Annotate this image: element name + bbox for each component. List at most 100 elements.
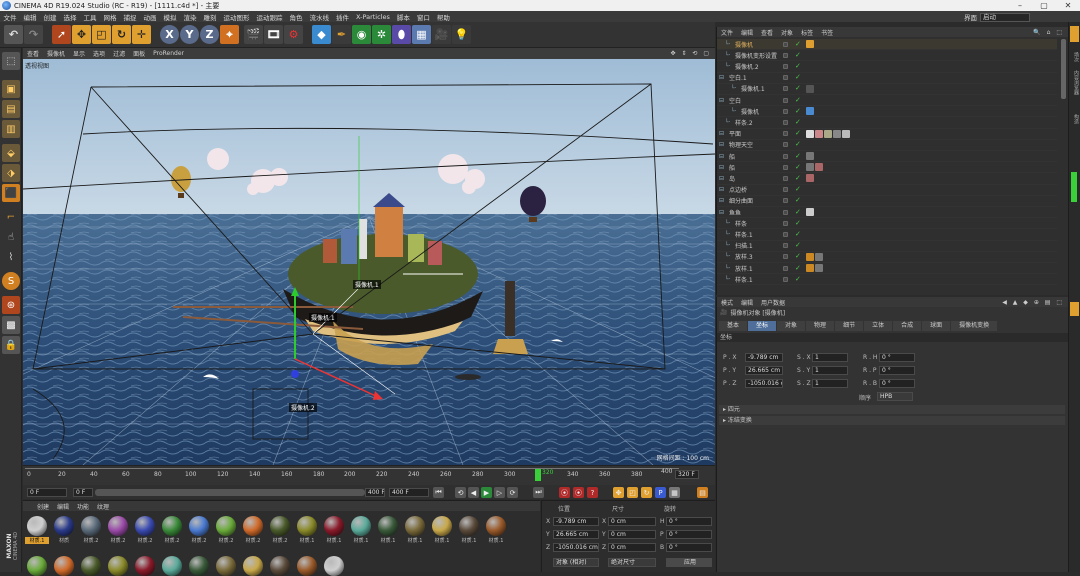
coord-apply-button[interactable]: 应用 bbox=[666, 558, 712, 567]
y-axis-icon[interactable]: Y bbox=[180, 25, 199, 44]
tree-branch-icon[interactable]: └· bbox=[731, 108, 737, 115]
coord-pos-x-field[interactable]: -9.789 cm bbox=[553, 517, 599, 526]
menu-sculpt[interactable]: 雕刻 bbox=[200, 12, 220, 22]
material-swatch[interactable]: 材质.1 bbox=[376, 516, 400, 544]
attribute-tab[interactable]: 合成 bbox=[893, 321, 922, 331]
mat-menu-texture[interactable]: 纹理 bbox=[93, 502, 113, 511]
menu-xparticles[interactable]: X-Particles bbox=[353, 13, 394, 21]
undo-icon[interactable]: ↶ bbox=[4, 25, 23, 44]
tag-icon[interactable] bbox=[815, 163, 823, 172]
visibility-toggle-icon[interactable] bbox=[783, 220, 788, 226]
tab-objects[interactable] bbox=[1070, 26, 1079, 42]
tag-icon[interactable] bbox=[806, 174, 814, 183]
coord-size-x-field[interactable]: 0 cm bbox=[608, 517, 656, 526]
goto-end-icon[interactable]: ⏭ bbox=[533, 487, 544, 498]
visibility-toggle-icon[interactable] bbox=[783, 52, 788, 58]
deformer-icon[interactable]: ⬮ bbox=[392, 25, 411, 44]
tag-icon[interactable] bbox=[833, 129, 841, 138]
material-swatch[interactable]: 材质.2 bbox=[133, 516, 157, 544]
object-row[interactable]: ⊟ 空白 ✓ bbox=[717, 95, 1057, 107]
tree-branch-icon[interactable]: ⊟ bbox=[719, 175, 724, 182]
coord-rot-h-field[interactable]: 0 ° bbox=[666, 517, 712, 526]
om-menu-bookmarks[interactable]: 书签 bbox=[817, 28, 837, 37]
workplane-icon[interactable]: ▩ bbox=[2, 316, 20, 334]
floor-grid-icon[interactable]: ▦ bbox=[412, 25, 431, 44]
enabled-check-icon[interactable]: ✓ bbox=[795, 230, 801, 238]
material-swatch[interactable] bbox=[268, 556, 292, 576]
enabled-check-icon[interactable]: ✓ bbox=[795, 96, 801, 104]
material-swatch[interactable]: 材质.1 bbox=[403, 516, 427, 544]
next-key-icon[interactable]: ⟳ bbox=[507, 487, 518, 498]
attribute-tab[interactable]: 细节 bbox=[835, 321, 864, 331]
tree-branch-icon[interactable]: └· bbox=[725, 242, 731, 249]
am-rb-field[interactable]: 0 ° bbox=[879, 379, 915, 388]
menu-mograph[interactable]: 运动图形 bbox=[220, 12, 253, 22]
object-row[interactable]: └· 摄像机.1 ✓ bbox=[717, 84, 1057, 95]
object-row[interactable]: ⊟ 平面 ✓ bbox=[717, 129, 1057, 140]
material-swatch[interactable] bbox=[214, 556, 238, 576]
timeline-ruler[interactable]: 0 20 40 60 80 100 120 140 160 180 200 22… bbox=[23, 465, 715, 485]
menu-animate[interactable]: 动画 bbox=[140, 12, 160, 22]
tree-branch-icon[interactable]: ⊟ bbox=[719, 197, 724, 204]
x-axis-icon[interactable]: X bbox=[160, 25, 179, 44]
scale-icon[interactable]: ◰ bbox=[92, 25, 111, 44]
object-row[interactable]: └· 样条.2 ✓ bbox=[717, 117, 1057, 129]
am-collapse-quaternion[interactable]: ▸ 四元 bbox=[719, 405, 1065, 414]
material-swatch[interactable] bbox=[187, 556, 211, 576]
material-swatch[interactable]: 材质.2 bbox=[106, 516, 130, 544]
autokey-icon[interactable]: ⦿ bbox=[573, 487, 584, 498]
start-frame-field[interactable]: 0 F bbox=[27, 488, 67, 497]
tag-icon[interactable] bbox=[815, 252, 823, 261]
enabled-check-icon[interactable]: ✓ bbox=[795, 118, 801, 126]
tab-takes[interactable]: 场次 bbox=[1070, 52, 1080, 62]
tree-branch-icon[interactable]: ⊟ bbox=[719, 130, 724, 137]
object-row[interactable]: ⊟ 空白.1 ✓ bbox=[717, 73, 1057, 84]
cube-icon[interactable]: ◆ bbox=[312, 25, 331, 44]
material-swatch[interactable]: 材质.1 bbox=[349, 516, 373, 544]
coord-rot-b-field[interactable]: 0 ° bbox=[666, 543, 712, 552]
visibility-toggle-icon[interactable] bbox=[783, 265, 788, 271]
tag-icon[interactable] bbox=[806, 264, 814, 273]
attribute-tab[interactable]: 坐标 bbox=[748, 321, 777, 331]
material-swatch[interactable]: 材质.1 bbox=[484, 516, 508, 544]
enabled-check-icon[interactable]: ✓ bbox=[795, 253, 801, 260]
enabled-check-icon[interactable]: ✓ bbox=[795, 208, 801, 216]
vp-menu-options[interactable]: 选项 bbox=[89, 49, 109, 58]
object-row[interactable]: ⊟ 船 ✓ bbox=[717, 162, 1057, 174]
am-order-select[interactable]: HPB bbox=[877, 392, 913, 401]
visibility-toggle-icon[interactable] bbox=[783, 276, 788, 282]
tag-icon[interactable] bbox=[815, 264, 823, 273]
material-swatch[interactable]: 材质 bbox=[52, 516, 76, 544]
tree-branch-icon[interactable]: ⊟ bbox=[719, 153, 724, 160]
material-swatch[interactable] bbox=[295, 556, 319, 576]
tab-attributes[interactable] bbox=[1070, 302, 1079, 316]
visibility-toggle-icon[interactable] bbox=[783, 119, 788, 125]
tree-branch-icon[interactable]: └· bbox=[725, 220, 731, 227]
material-swatch[interactable]: 材质.2 bbox=[268, 516, 292, 544]
prev-key-icon[interactable]: ⟲ bbox=[455, 487, 466, 498]
coord-size-y-field[interactable]: 0 cm bbox=[608, 530, 656, 539]
pen-spline-icon[interactable]: ✒ bbox=[332, 25, 351, 44]
material-swatch[interactable]: 材质.1 bbox=[295, 516, 319, 544]
menu-pipeline[interactable]: 流水线 bbox=[306, 12, 333, 22]
visibility-toggle-icon[interactable] bbox=[783, 209, 788, 215]
tab-structure[interactable]: 构造 bbox=[1070, 114, 1080, 124]
mat-menu-function[interactable]: 功能 bbox=[73, 502, 93, 511]
tree-branch-icon[interactable]: └· bbox=[725, 41, 731, 48]
menu-simulate[interactable]: 模拟 bbox=[160, 12, 180, 22]
am-rp-field[interactable]: 0 ° bbox=[879, 366, 915, 375]
object-row[interactable]: ⊟ 船 ✓ bbox=[717, 151, 1057, 163]
enabled-check-icon[interactable]: ✓ bbox=[795, 74, 801, 81]
menu-tools[interactable]: 工具 bbox=[80, 12, 100, 22]
visibility-toggle-icon[interactable] bbox=[783, 153, 788, 159]
tree-branch-icon[interactable]: └· bbox=[725, 276, 731, 283]
tree-branch-icon[interactable]: ⊟ bbox=[719, 74, 724, 81]
tag-icon[interactable] bbox=[842, 129, 850, 138]
timeline-window-icon[interactable]: ▤ bbox=[697, 487, 708, 498]
enabled-check-icon[interactable]: ✓ bbox=[795, 152, 801, 160]
menu-create[interactable]: 创建 bbox=[40, 12, 60, 22]
menu-mesh[interactable]: 网格 bbox=[100, 12, 120, 22]
enabled-check-icon[interactable]: ✓ bbox=[795, 163, 801, 171]
material-swatch[interactable]: 材质.1 bbox=[430, 516, 454, 544]
material-swatch[interactable] bbox=[106, 556, 130, 576]
